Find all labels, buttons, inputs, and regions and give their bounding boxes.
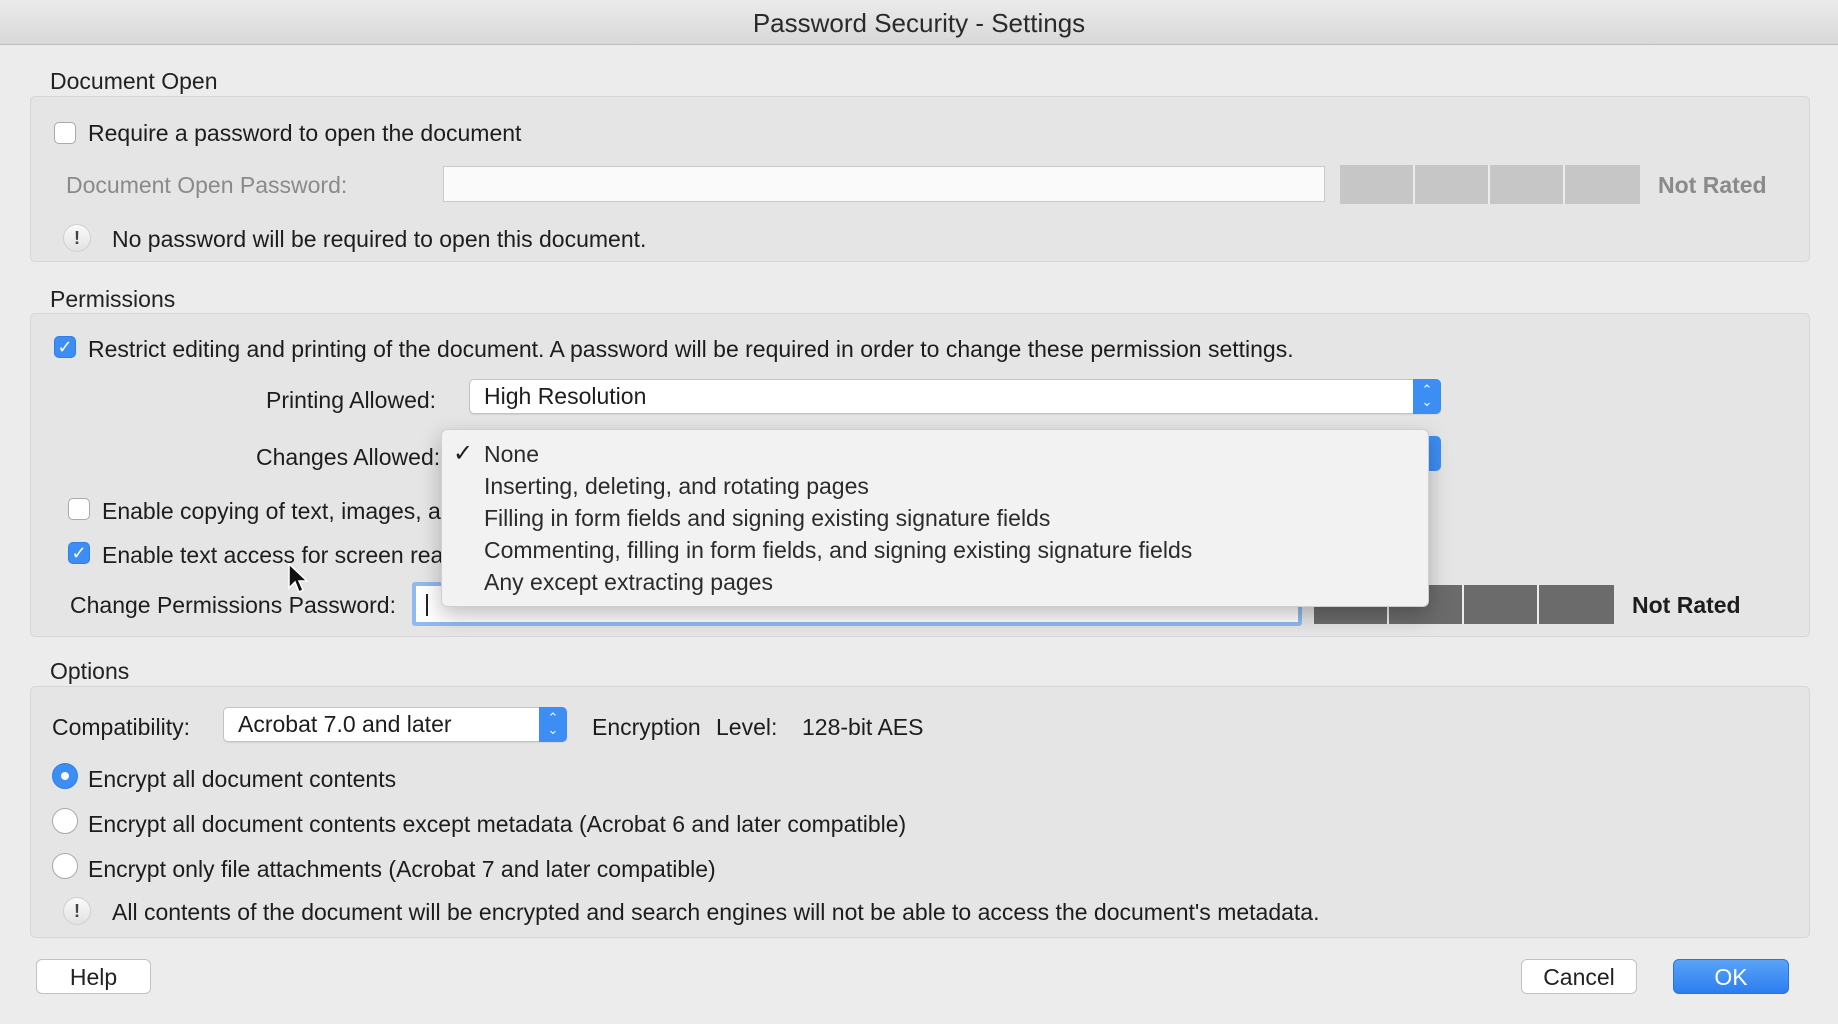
enable-screen-reader-label[interactable]: Enable text access for screen rea [102,542,443,569]
menu-item-commenting[interactable]: Commenting, filling in form fields, and … [484,537,1192,564]
up-down-chevron-icon[interactable]: ⌃ ⌄ [539,707,567,742]
enable-copying-label[interactable]: Enable copying of text, images, a [102,498,441,525]
check-icon: ✓ [71,543,87,563]
encrypt-attachments-label[interactable]: Encrypt only file attachments (Acrobat 7… [88,856,716,883]
help-button[interactable]: Help [36,959,151,994]
text-caret [426,594,428,616]
encrypt-except-metadata-label[interactable]: Encrypt all document contents except met… [88,811,906,838]
mouse-pointer-icon [288,563,308,594]
options-section-label: Options [50,658,130,684]
check-icon: ✓ [57,337,73,357]
document-open-section-label: Document Open [50,68,218,94]
strength-segment [1565,165,1640,204]
strength-segment [1539,585,1614,624]
restrict-editing-checkbox[interactable]: ✓ [54,336,76,358]
encrypt-all-label[interactable]: Encrypt all document contents [88,766,396,793]
check-icon: ✓ [453,440,474,467]
options-info-text: All contents of the document will be enc… [112,899,1320,925]
compatibility-value: Acrobat 7.0 and later [238,711,452,737]
require-password-checkbox[interactable] [54,122,76,144]
printing-allowed-select[interactable]: High Resolution ⌃ ⌄ [469,379,1441,414]
menu-item-any-except-extracting[interactable]: Any except extracting pages [484,569,773,596]
document-open-strength-rating: Not Rated [1658,172,1767,198]
menu-item-inserting[interactable]: Inserting, deleting, and rotating pages [484,473,869,500]
document-open-password-label: Document Open Password: [66,172,348,198]
enable-screen-reader-checkbox[interactable]: ✓ [68,542,90,564]
encrypt-all-radio[interactable] [52,763,78,789]
window-title: Password Security - Settings [0,0,1838,45]
document-open-strength-meter [1340,165,1640,204]
enable-copying-checkbox[interactable] [68,498,90,520]
menu-item-none[interactable]: None [484,441,539,468]
document-open-info-text: No password will be required to open thi… [112,226,647,252]
strength-segment [1464,585,1539,624]
require-password-label[interactable]: Require a password to open the document [88,120,521,147]
encrypt-except-metadata-radio[interactable] [52,808,78,834]
compatibility-select[interactable]: Acrobat 7.0 and later ⌃ ⌄ [223,707,567,742]
exclamation-icon: ! [63,897,91,925]
menu-item-filling[interactable]: Filling in form fields and signing exist… [484,505,1050,532]
permissions-strength-rating: Not Rated [1632,592,1741,618]
compatibility-label: Compatibility: [52,714,191,740]
changes-allowed-label: Changes Allowed: [256,444,441,470]
strength-segment [1490,165,1565,204]
cancel-button[interactable]: Cancel [1521,959,1637,994]
change-permissions-password-label: Change Permissions Password: [70,592,396,618]
strength-segment [1340,165,1415,204]
ok-button[interactable]: OK [1673,959,1789,994]
encryption-label: Encryption [592,714,701,740]
encryption-level-label: Level: [716,714,778,740]
encrypt-attachments-radio[interactable] [52,853,78,879]
printing-allowed-value: High Resolution [484,383,647,409]
document-open-password-field[interactable] [443,166,1325,202]
permissions-section-label: Permissions [50,286,176,312]
strength-segment [1415,165,1490,204]
exclamation-icon: ! [63,224,91,252]
restrict-editing-label[interactable]: Restrict editing and printing of the doc… [88,336,1294,363]
changes-allowed-menu[interactable]: ✓ None Inserting, deleting, and rotating… [441,429,1429,607]
up-down-chevron-icon[interactable]: ⌃ ⌄ [1413,379,1441,414]
printing-allowed-label: Printing Allowed: [266,387,437,413]
encryption-level-value: 128-bit AES [802,714,924,740]
